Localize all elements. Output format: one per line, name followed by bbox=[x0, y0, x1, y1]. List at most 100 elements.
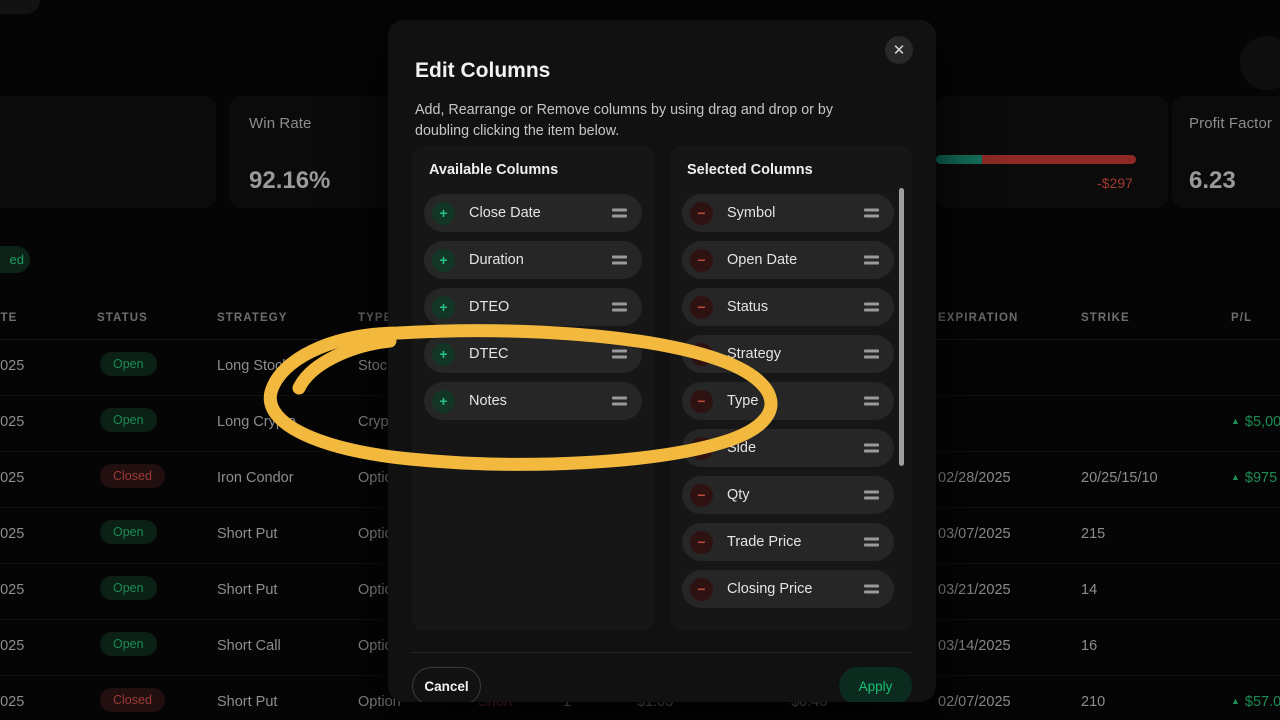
remove-column-icon[interactable]: − bbox=[690, 201, 713, 225]
table-cell-strike: 215 bbox=[1081, 526, 1106, 542]
add-column-icon[interactable]: + bbox=[432, 389, 455, 413]
close-icon[interactable]: ✕ bbox=[885, 36, 913, 64]
topbar-nub bbox=[0, 0, 40, 14]
pl-value: $57.0 bbox=[1244, 694, 1280, 710]
drag-handle-icon[interactable] bbox=[864, 443, 879, 453]
table-header-pl[interactable]: P/L bbox=[1231, 312, 1252, 324]
column-item-label: DTEC bbox=[469, 346, 509, 362]
column-item-label: Notes bbox=[469, 393, 507, 409]
selected-columns-panel: Selected Columns − Symbol − Open Date − Statu… bbox=[670, 146, 912, 631]
table-cell-strategy: Long Stock bbox=[217, 358, 290, 374]
table-header-strategy[interactable]: STRATEGY bbox=[217, 312, 288, 324]
column-item[interactable]: + DTEC bbox=[424, 335, 642, 373]
table-cell-date: 2025 bbox=[0, 358, 25, 374]
table-header-expiration[interactable]: EXPIRATION bbox=[938, 312, 1018, 324]
edit-columns-modal: Edit Columns Add, Rearrange or Remove co… bbox=[388, 20, 936, 702]
table-cell-pl: ▲ $975 bbox=[1231, 470, 1277, 486]
selected-columns-scrollbar[interactable] bbox=[899, 188, 904, 618]
drag-handle-icon[interactable] bbox=[612, 208, 627, 218]
drag-handle-icon[interactable] bbox=[864, 537, 879, 547]
table-cell-strike: 14 bbox=[1081, 582, 1098, 598]
column-item-label: Trade Price bbox=[727, 534, 802, 550]
status-badge: Open bbox=[100, 520, 157, 544]
column-item-label: Open Date bbox=[727, 252, 798, 268]
drag-handle-icon[interactable] bbox=[612, 302, 627, 312]
add-column-icon[interactable]: + bbox=[432, 201, 455, 225]
table-cell-date: 2025 bbox=[0, 638, 25, 654]
modal-title: Edit Columns bbox=[415, 59, 551, 82]
drag-handle-icon[interactable] bbox=[864, 302, 879, 312]
table-header-status[interactable]: STATUS bbox=[97, 312, 148, 324]
column-item[interactable]: − Type bbox=[682, 382, 894, 420]
drag-handle-icon[interactable] bbox=[864, 396, 879, 406]
table-cell-date: 2025 bbox=[0, 526, 25, 542]
modal-subtitle: Add, Rearrange or Remove columns by usin… bbox=[415, 102, 834, 139]
drag-handle-icon[interactable] bbox=[864, 255, 879, 265]
remove-column-icon[interactable]: − bbox=[690, 342, 713, 366]
stat-value-win-rate: 92.16% bbox=[249, 167, 331, 194]
column-item[interactable]: − Qty bbox=[682, 476, 894, 514]
remove-column-icon[interactable]: − bbox=[690, 530, 713, 554]
caret-up-icon: ▲ bbox=[1231, 696, 1240, 706]
drag-handle-icon[interactable] bbox=[612, 255, 627, 265]
table-cell-expiration: 03/14/2025 bbox=[938, 638, 1011, 654]
status-badge: Closed bbox=[100, 688, 165, 712]
column-item[interactable]: − Open Date bbox=[682, 241, 894, 279]
drag-handle-icon[interactable] bbox=[864, 584, 879, 594]
table-header-date[interactable]: ATE bbox=[0, 312, 17, 324]
stat-value-profit-factor: 6.23 bbox=[1189, 167, 1236, 194]
column-item[interactable]: − Trade Price bbox=[682, 523, 894, 561]
column-item[interactable]: − Side bbox=[682, 429, 894, 467]
column-item[interactable]: + Notes bbox=[424, 382, 642, 420]
clipped-status-badge[interactable]: ed bbox=[0, 246, 30, 273]
table-cell-date: 2025 bbox=[0, 470, 25, 486]
table-cell-expiration: 02/28/2025 bbox=[938, 470, 1011, 486]
column-item-label: Side bbox=[727, 440, 757, 456]
column-item[interactable]: − Status bbox=[682, 288, 894, 326]
remove-column-icon[interactable]: − bbox=[690, 248, 713, 272]
table-cell-date: 2025 bbox=[0, 582, 25, 598]
pl-bar-positive bbox=[936, 155, 982, 164]
add-column-icon[interactable]: + bbox=[432, 295, 455, 319]
column-item[interactable]: − Symbol bbox=[682, 194, 894, 232]
status-badge: Open bbox=[100, 408, 157, 432]
add-column-icon[interactable]: + bbox=[432, 248, 455, 272]
remove-column-icon[interactable]: − bbox=[690, 295, 713, 319]
cancel-button[interactable]: Cancel bbox=[412, 667, 481, 702]
remove-column-icon[interactable]: − bbox=[690, 389, 713, 413]
drag-handle-icon[interactable] bbox=[864, 349, 879, 359]
table-header-strike[interactable]: STRIKE bbox=[1081, 312, 1130, 324]
drag-handle-icon[interactable] bbox=[864, 208, 879, 218]
table-cell-strategy: Short Put bbox=[217, 582, 278, 598]
column-item-label: Close Date bbox=[469, 205, 541, 221]
table-cell-strike: 16 bbox=[1081, 638, 1098, 654]
remove-column-icon[interactable]: − bbox=[690, 483, 713, 507]
table-cell-strategy: Short Put bbox=[217, 526, 278, 542]
column-item[interactable]: + DTEO bbox=[424, 288, 642, 326]
column-item[interactable]: + Close Date bbox=[424, 194, 642, 232]
caret-up-icon: ▲ bbox=[1231, 416, 1240, 426]
remove-column-icon[interactable]: − bbox=[690, 577, 713, 601]
drag-handle-icon[interactable] bbox=[864, 490, 879, 500]
column-item-label: Type bbox=[727, 393, 759, 409]
footer-divider bbox=[412, 652, 912, 653]
add-column-icon[interactable]: + bbox=[432, 342, 455, 366]
table-cell-strike: 210 bbox=[1081, 694, 1106, 710]
apply-button[interactable]: Apply bbox=[839, 667, 912, 702]
remove-column-icon[interactable]: − bbox=[690, 436, 713, 460]
status-badge: Closed bbox=[100, 464, 165, 488]
scrollbar-thumb[interactable] bbox=[899, 188, 904, 466]
column-item[interactable]: + Duration bbox=[424, 241, 642, 279]
stat-label-profit-factor: Profit Factor bbox=[1189, 115, 1272, 132]
available-columns-panel: Available Columns + Close Date + Duration + D… bbox=[412, 146, 654, 631]
table-cell-pl: ▲ $5,00 bbox=[1231, 414, 1280, 430]
drag-handle-icon[interactable] bbox=[612, 396, 627, 406]
column-item[interactable]: − Strategy bbox=[682, 335, 894, 373]
column-item-label: Qty bbox=[727, 487, 750, 503]
table-cell-pl: ▲ $57.0 bbox=[1231, 694, 1280, 710]
drag-handle-icon[interactable] bbox=[612, 349, 627, 359]
stat-card-pl-bar bbox=[936, 96, 1168, 208]
column-item-label: Status bbox=[727, 299, 769, 315]
status-badge: Open bbox=[100, 576, 157, 600]
column-item[interactable]: − Closing Price bbox=[682, 570, 894, 608]
